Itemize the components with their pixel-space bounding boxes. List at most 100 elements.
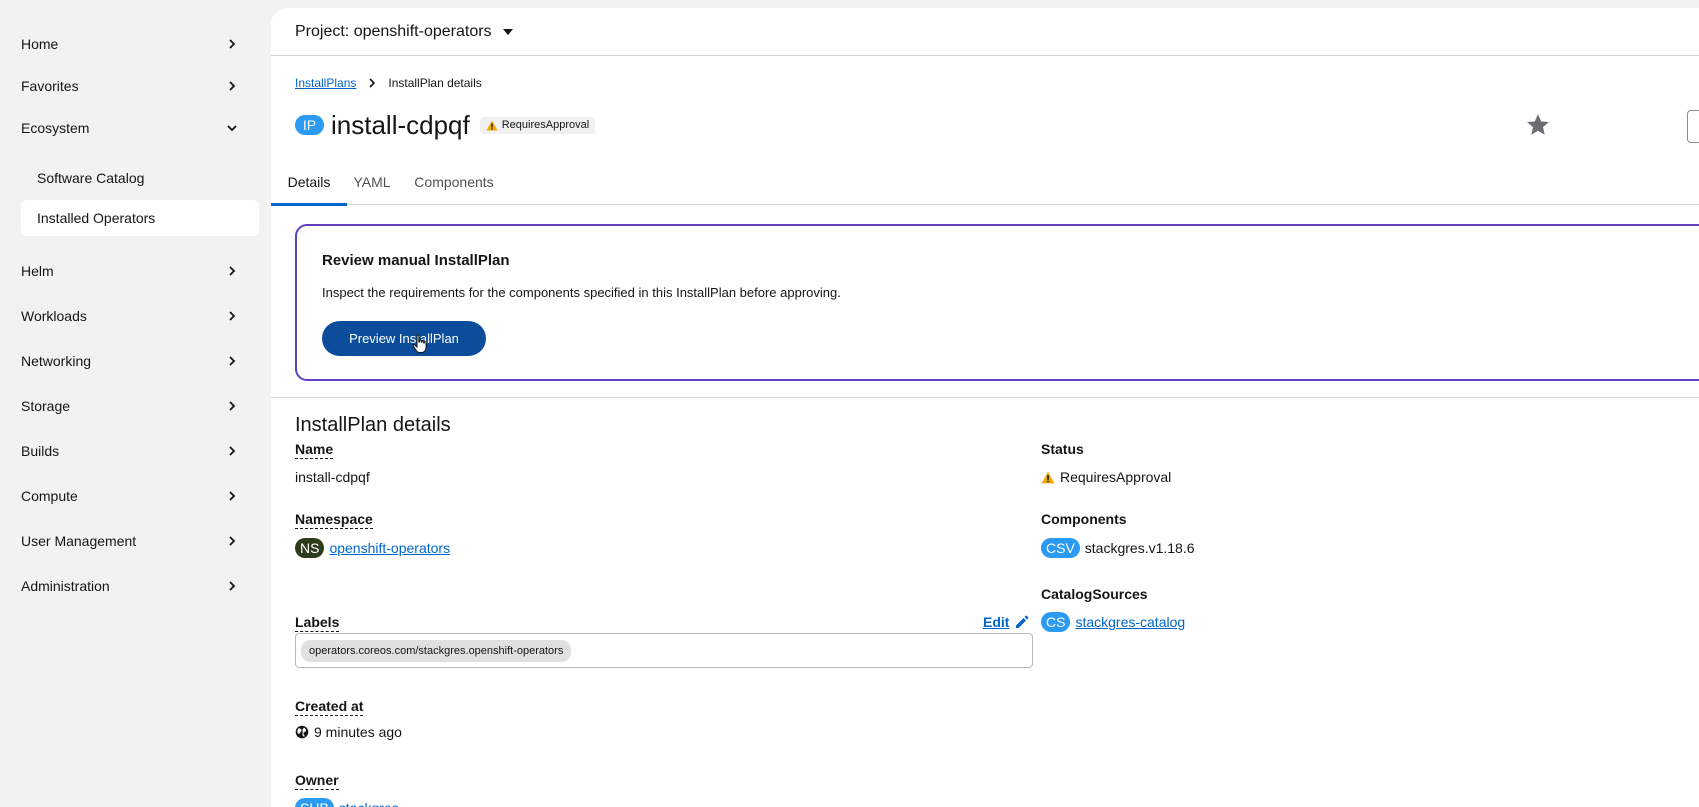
chevron-right-icon bbox=[229, 536, 236, 546]
sidebar-item-label: Ecosystem bbox=[21, 120, 90, 136]
review-card-description: Inspect the requirements for the compone… bbox=[322, 285, 841, 300]
sidebar-item-helm[interactable]: Helm bbox=[0, 251, 258, 291]
chevron-right-icon bbox=[229, 81, 236, 91]
status-badge: RequiresApproval bbox=[479, 116, 596, 134]
chevron-right-icon bbox=[229, 581, 236, 591]
chevron-right-icon bbox=[369, 78, 376, 88]
sidebar-item-networking[interactable]: Networking bbox=[0, 341, 258, 381]
created-at-text: 9 minutes ago bbox=[314, 724, 402, 740]
sidebar-item-user-management[interactable]: User Management bbox=[0, 521, 258, 561]
sidebar-item-label: Storage bbox=[21, 398, 71, 414]
sidebar-item-label: Home bbox=[21, 36, 59, 52]
hand-cursor-icon bbox=[412, 334, 427, 353]
edit-label: Edit bbox=[983, 614, 1010, 630]
breadcrumb-current: InstallPlan details bbox=[388, 76, 482, 90]
catalogsource-badge: CS bbox=[1041, 612, 1071, 632]
created-at-value: 9 minutes ago bbox=[295, 724, 402, 740]
tab-details[interactable]: Details bbox=[271, 158, 347, 206]
sidebar-item-label: Helm bbox=[21, 263, 54, 279]
sidebar-item-compute[interactable]: Compute bbox=[0, 476, 258, 516]
sidebar-item-label: Software Catalog bbox=[37, 170, 145, 186]
catalogsource-link[interactable]: stackgres-catalog bbox=[1075, 614, 1185, 630]
section-divider bbox=[271, 397, 1699, 398]
sidebar-item-installed-operators[interactable]: Installed Operators bbox=[21, 200, 259, 236]
pencil-icon bbox=[1016, 615, 1029, 628]
name-value: install-cdpqf bbox=[295, 469, 370, 485]
chevron-right-icon bbox=[229, 311, 236, 321]
sidebar-item-storage[interactable]: Storage bbox=[0, 386, 258, 426]
tab-bar: Details YAML Components bbox=[271, 158, 1699, 206]
chevron-right-icon bbox=[229, 446, 236, 456]
breadcrumb: InstallPlans InstallPlan details bbox=[295, 76, 482, 90]
name-label[interactable]: Name bbox=[295, 441, 334, 459]
catalogsources-value: CS stackgres-catalog bbox=[1041, 612, 1185, 632]
review-card-title: Review manual InstallPlan bbox=[322, 252, 510, 269]
labels-list[interactable]: operators.coreos.com/stackgres.openshift… bbox=[295, 633, 1033, 668]
sidebar-item-favorites[interactable]: Favorites bbox=[0, 66, 258, 106]
tab-components[interactable]: Components bbox=[397, 158, 511, 205]
name-text: install-cdpqf bbox=[295, 469, 370, 485]
app: Home Favorites Ecosystem Software Catalo… bbox=[0, 0, 1699, 807]
main-content: Project: openshift-operators InstallPlan… bbox=[271, 8, 1699, 807]
sidebar-item-home[interactable]: Home bbox=[0, 24, 258, 64]
sidebar-item-label: User Management bbox=[21, 533, 137, 549]
chevron-right-icon bbox=[229, 491, 236, 501]
catalogsources-label: CatalogSources bbox=[1041, 586, 1148, 602]
sidebar-item-builds[interactable]: Builds bbox=[0, 431, 258, 471]
caret-down-icon bbox=[502, 28, 513, 35]
page-header: IP install-cdpqf RequiresApproval bbox=[295, 108, 596, 142]
project-label: Project: openshift-operators bbox=[295, 22, 492, 40]
chevron-right-icon bbox=[229, 266, 236, 276]
sidebar-item-label: Compute bbox=[21, 488, 78, 504]
warning-triangle-icon bbox=[1041, 471, 1055, 483]
chevron-right-icon bbox=[229, 401, 236, 411]
tab-label: YAML bbox=[353, 173, 391, 190]
sidebar-item-label: Administration bbox=[21, 578, 110, 594]
edit-labels-button[interactable]: Edit bbox=[983, 614, 1029, 630]
owner-label[interactable]: Owner bbox=[295, 772, 339, 790]
sidebar-item-label: Networking bbox=[21, 353, 92, 369]
status-value: RequiresApproval bbox=[1041, 469, 1171, 485]
breadcrumb-link-installplans[interactable]: InstallPlans bbox=[295, 76, 356, 90]
chevron-right-icon bbox=[229, 356, 236, 366]
sidebar-item-label: Favorites bbox=[21, 78, 79, 94]
namespace-link[interactable]: openshift-operators bbox=[329, 540, 450, 556]
review-installplan-card: Review manual InstallPlan Inspect the re… bbox=[295, 224, 1699, 381]
owner-value: SUB stackgres bbox=[295, 798, 399, 807]
status-label: Status bbox=[1041, 441, 1084, 457]
sidebar-item-ecosystem[interactable]: Ecosystem bbox=[0, 108, 258, 148]
chevron-right-icon bbox=[229, 39, 236, 49]
sidebar-item-workloads[interactable]: Workloads bbox=[0, 296, 258, 336]
preview-installplan-button[interactable]: Preview InstallPlan bbox=[322, 321, 486, 356]
components-text: stackgres.v1.18.6 bbox=[1084, 540, 1195, 556]
actions-button[interactable] bbox=[1687, 110, 1699, 143]
sidebar-item-label: Builds bbox=[21, 443, 60, 459]
page-title: install-cdpqf bbox=[331, 109, 470, 140]
sidebar-item-label: Installed Operators bbox=[37, 210, 156, 226]
star-icon[interactable] bbox=[1525, 112, 1551, 138]
chevron-down-icon bbox=[227, 125, 237, 132]
section-title: InstallPlan details bbox=[295, 414, 451, 436]
tab-yaml[interactable]: YAML bbox=[347, 158, 397, 205]
components-label: Components bbox=[1041, 511, 1127, 527]
resource-badge: IP bbox=[295, 115, 324, 135]
sidebar-item-software-catalog[interactable]: Software Catalog bbox=[21, 160, 259, 196]
project-selector[interactable]: Project: openshift-operators bbox=[271, 8, 1699, 56]
namespace-value: NS openshift-operators bbox=[295, 538, 450, 558]
status-badge-label: RequiresApproval bbox=[501, 119, 590, 131]
created-at-label[interactable]: Created at bbox=[295, 698, 364, 716]
label-chip[interactable]: operators.coreos.com/stackgres.openshift… bbox=[301, 639, 572, 662]
sidebar-item-administration[interactable]: Administration bbox=[0, 566, 258, 606]
sidebar-item-label: Workloads bbox=[21, 308, 87, 324]
owner-link[interactable]: stackgres bbox=[339, 800, 399, 807]
labels-label[interactable]: Labels bbox=[295, 614, 340, 632]
owner-badge: SUB bbox=[295, 798, 334, 807]
status-text: RequiresApproval bbox=[1060, 469, 1172, 485]
sidebar: Home Favorites Ecosystem Software Catalo… bbox=[0, 0, 270, 807]
tab-label: Components bbox=[414, 173, 494, 190]
warning-triangle-icon bbox=[486, 120, 498, 130]
components-value: CSV stackgres.v1.18.6 bbox=[1041, 538, 1195, 558]
tab-label: Details bbox=[287, 173, 331, 190]
namespace-label[interactable]: Namespace bbox=[295, 511, 373, 529]
globe-icon bbox=[295, 725, 309, 739]
